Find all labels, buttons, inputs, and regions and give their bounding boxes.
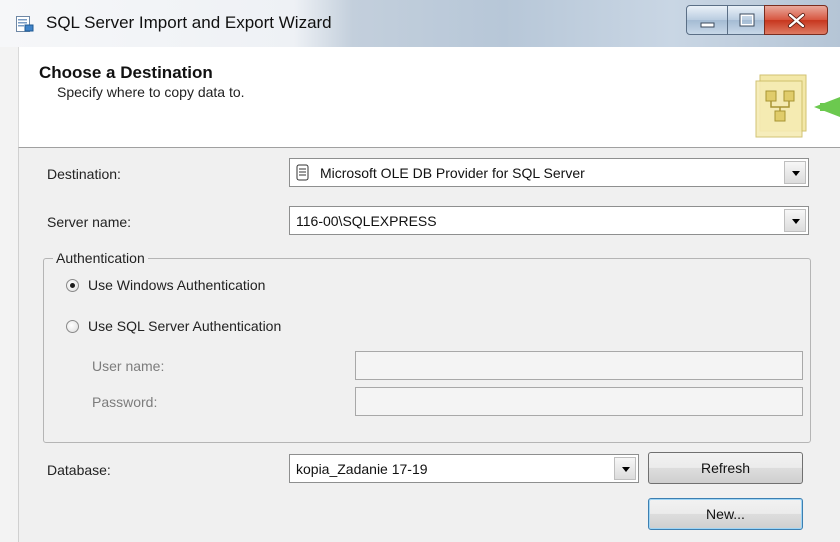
window-frame-edge [0,47,19,542]
authentication-legend: Authentication [53,250,148,266]
close-button[interactable] [764,5,828,35]
close-icon [788,13,805,28]
refresh-button[interactable]: Refresh [648,452,803,484]
wizard-destination-icon [755,74,840,138]
page-title: Choose a Destination [39,63,213,82]
minimize-icon [700,22,715,28]
title-bar[interactable]: SQL Server Import and Export Wizard [0,0,840,47]
database-select[interactable]: kopia_Zadanie 17-19 [289,454,639,483]
wizard-header-panel: Choose a Destination Specify where to co… [18,47,840,148]
destination-select[interactable]: Microsoft OLE DB Provider for SQL Server [289,158,809,187]
database-icon [296,164,309,181]
password-field [355,387,803,416]
sql-auth-radio[interactable] [66,320,79,333]
destination-label: Destination: [47,166,121,182]
database-value: kopia_Zadanie 17-19 [296,461,428,477]
chevron-down-icon[interactable] [784,209,806,232]
destination-value: Microsoft OLE DB Provider for SQL Server [320,165,585,181]
server-name-value: 116-00\SQLEXPRESS [296,213,437,229]
windows-auth-label[interactable]: Use Windows Authentication [88,277,265,293]
password-label: Password: [92,394,158,410]
minimize-button[interactable] [686,5,728,35]
chevron-down-icon[interactable] [784,161,806,184]
wizard-app-icon [16,16,34,32]
new-database-button[interactable]: New... [648,498,803,530]
maximize-button[interactable] [727,5,765,35]
database-label: Database: [47,462,111,478]
window-title: SQL Server Import and Export Wizard [46,13,332,32]
server-name-select[interactable]: 116-00\SQLEXPRESS [289,206,809,235]
username-field [355,351,803,380]
chevron-down-icon[interactable] [614,457,636,480]
server-name-label: Server name: [47,214,132,230]
windows-auth-radio[interactable] [66,279,79,292]
username-label: User name: [92,358,165,374]
page-subtitle: Specify where to copy data to. [57,84,245,100]
wizard-window: SQL Server Import and Export Wizard Choo… [0,0,840,542]
maximize-icon [739,13,755,27]
sql-auth-label[interactable]: Use SQL Server Authentication [88,318,281,334]
